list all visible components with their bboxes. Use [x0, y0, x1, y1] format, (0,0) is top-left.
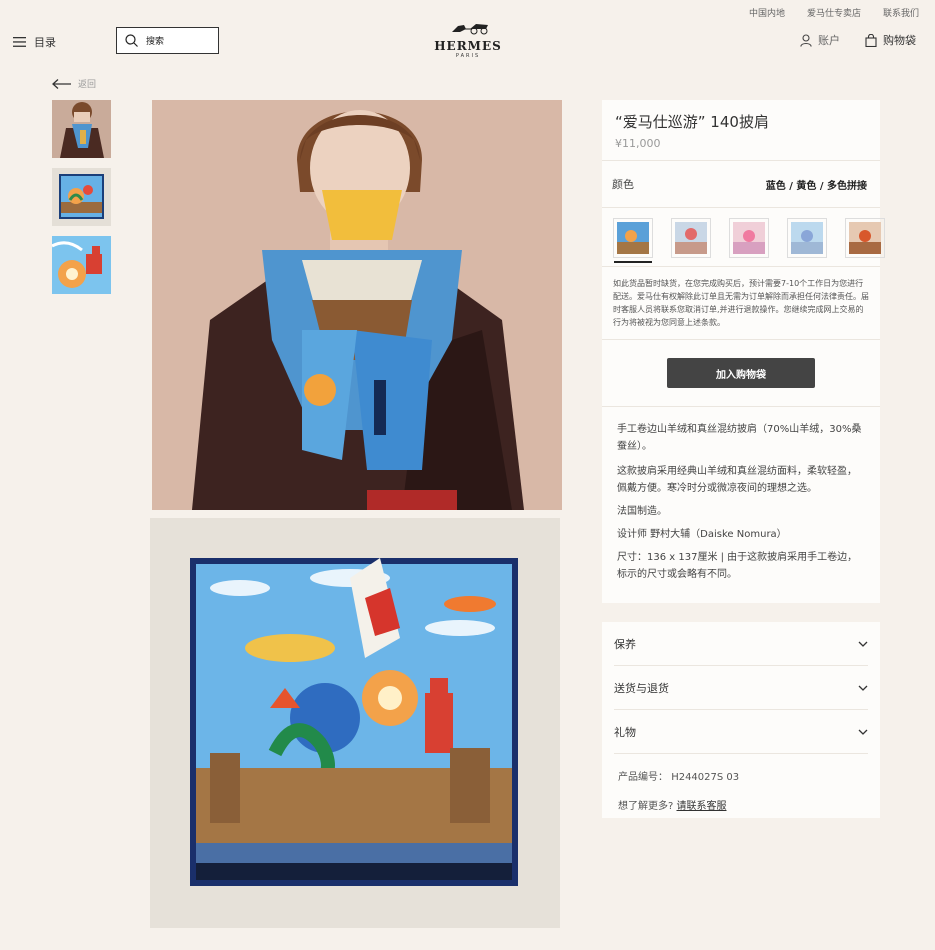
desc-size: 尺寸：136 x 137厘米 | 由于这款披肩采用手工卷边，标示的尺寸或会略有不… — [617, 552, 858, 580]
site-header: 目录 搜索 HERMES PARIS 账户 购物袋 — [0, 24, 935, 60]
product-extra-panel: 保养 送货与退货 礼物 产品编号： H244027S 03 想了解更多? 请联系… — [602, 622, 880, 818]
chevron-down-icon — [858, 641, 868, 647]
menu-button[interactable]: 目录 — [13, 34, 56, 50]
accordion-gift-label: 礼物 — [614, 725, 636, 739]
color-swatch-3[interactable] — [729, 218, 769, 258]
thumbnail-model[interactable] — [52, 100, 111, 158]
brand-logo[interactable]: HERMES PARIS — [430, 20, 506, 59]
color-selector: 颜色 蓝色 / 黄色 / 多色拼接 — [602, 161, 880, 207]
contact-service-link[interactable]: 请联系客服 — [677, 801, 727, 812]
search-icon — [125, 34, 138, 47]
product-description: 手工卷边山羊绒和真丝混纺披肩（70%山羊绒，30%桑蚕丝）。 这款披肩采用经典山… — [602, 407, 880, 603]
accordion-care[interactable]: 保养 — [614, 622, 868, 666]
sku-label: 产品编号： — [618, 772, 668, 783]
contact-link[interactable]: 联系我们 — [883, 6, 919, 19]
desc-designer: 设计师 野村大辅（Daiske Nomura） — [617, 529, 787, 540]
desc-details: 这款披肩采用经典山羊绒和真丝混纺面料，柔软轻盈，佩戴方便。寒冷时分或微凉夜间的理… — [617, 466, 857, 494]
thumbnail-detail[interactable] — [52, 236, 111, 294]
product-title: “爱马仕巡游” 140披肩 — [615, 113, 769, 131]
arrow-left-icon — [52, 78, 71, 89]
desc-material: 手工卷边山羊绒和真丝混纺披肩（70%山羊绒，30%桑蚕丝）。 — [617, 424, 862, 452]
search-placeholder: 搜索 — [146, 37, 165, 47]
back-label: 返回 — [78, 80, 97, 90]
color-value: 蓝色 / 黄色 / 多色拼接 — [765, 180, 867, 192]
logo-word: HERMES — [434, 39, 502, 53]
logo-paris: PARIS — [455, 53, 481, 59]
stock-notice: 如此货品暂时缺货，在您完成购买后，预计需要7-10个工作日为您进行配送。爱马仕有… — [613, 279, 869, 327]
divider — [602, 339, 880, 340]
thumbnail-list — [52, 100, 111, 304]
more-label: 想了解更多? — [618, 801, 674, 812]
product-meta: 产品编号： H244027S 03 想了解更多? 请联系客服 — [614, 754, 868, 812]
color-swatch-5[interactable] — [845, 218, 885, 258]
chevron-down-icon — [858, 685, 868, 691]
user-icon — [800, 33, 812, 47]
account-label: 账户 — [818, 34, 840, 47]
add-to-bag-button[interactable]: 加入购物袋 — [667, 358, 815, 388]
sku-row: 产品编号： H244027S 03 — [618, 768, 868, 783]
color-swatch-4[interactable] — [787, 218, 827, 258]
account-button[interactable]: 账户 — [800, 32, 840, 48]
product-price: ¥11,000 — [615, 137, 661, 150]
region-link[interactable]: 中国内地 — [749, 6, 785, 19]
hamburger-icon — [13, 37, 26, 47]
carriage-logo-icon — [452, 24, 488, 35]
accordion-shipping-label: 送货与退货 — [614, 681, 669, 695]
search-input[interactable]: 搜索 — [116, 27, 219, 54]
chevron-down-icon — [858, 729, 868, 735]
product-image-model[interactable] — [152, 100, 562, 510]
desc-origin: 法国制造。 — [617, 506, 667, 517]
stores-link[interactable]: 爱马仕专卖店 — [807, 6, 861, 19]
accordion-gift[interactable]: 礼物 — [614, 710, 868, 754]
contact-row: 想了解更多? 请联系客服 — [618, 797, 868, 812]
sku-value: H244027S 03 — [671, 772, 740, 783]
product-image-scarf[interactable] — [150, 518, 560, 928]
accordion-shipping[interactable]: 送货与退货 — [614, 666, 868, 710]
bag-label: 购物袋 — [883, 34, 916, 47]
product-info-panel: “爱马仕巡游” 140披肩 ¥11,000 颜色 蓝色 / 黄色 / 多色拼接 … — [602, 100, 885, 603]
color-swatch-1[interactable] — [613, 218, 653, 263]
thumbnail-scarf[interactable] — [52, 168, 111, 226]
color-swatches — [602, 208, 885, 266]
shopping-bag-button[interactable]: 购物袋 — [865, 32, 916, 48]
color-label: 颜色 — [612, 178, 634, 191]
back-link[interactable]: 返回 — [52, 77, 96, 90]
color-swatch-2[interactable] — [671, 218, 711, 258]
accordion-care-label: 保养 — [614, 637, 636, 651]
top-utility-bar: 中国内地 爱马仕专卖店 联系我们 — [749, 6, 919, 19]
menu-label: 目录 — [34, 36, 56, 49]
bag-icon — [865, 33, 877, 47]
